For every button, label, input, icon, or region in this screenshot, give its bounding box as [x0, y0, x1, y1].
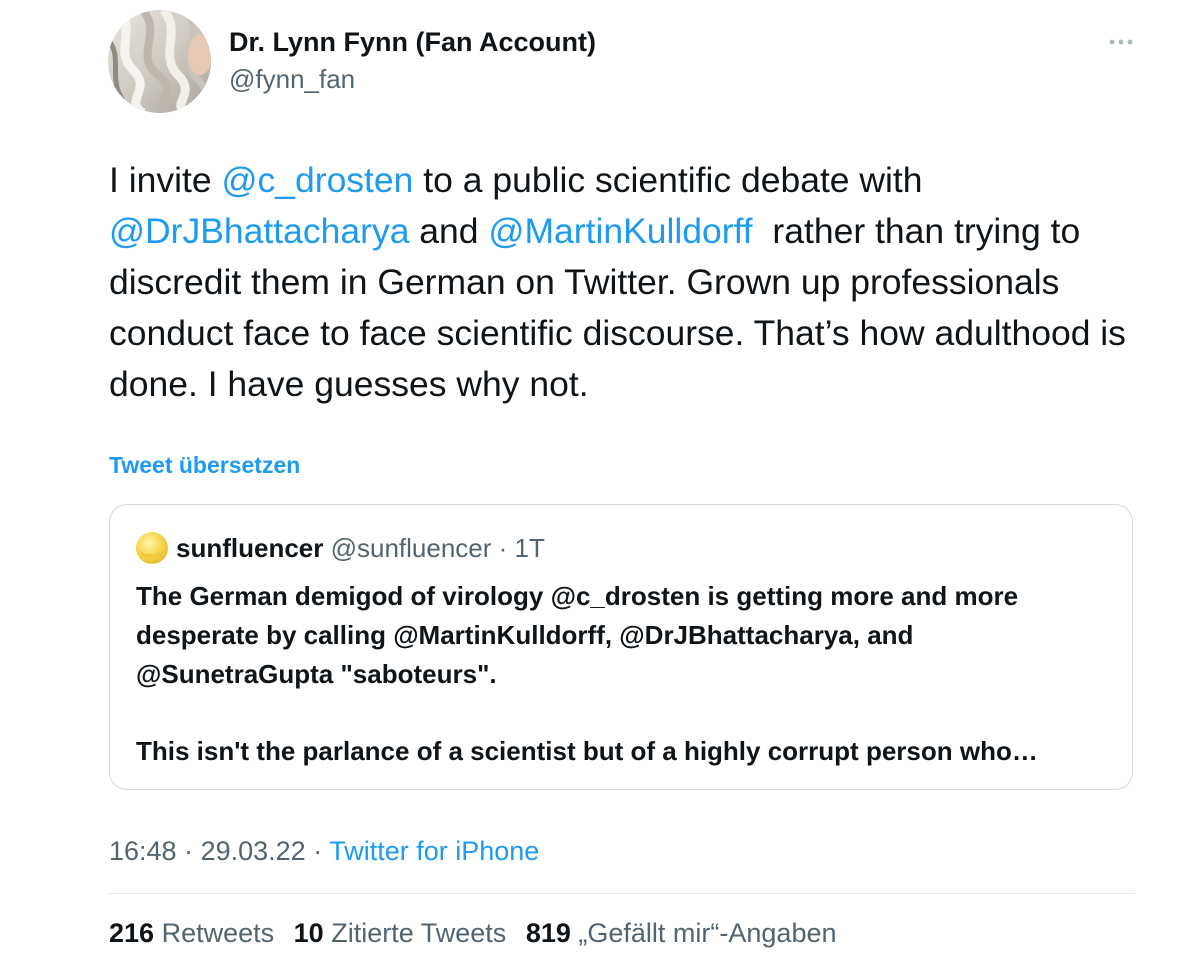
- mention-link-drjbhattacharya[interactable]: @DrJBhattacharya: [109, 211, 409, 251]
- retweets-count: 216: [109, 918, 155, 948]
- tweet-text-segment: and: [409, 211, 489, 251]
- quoted-text-line: This isn't the parlance of a scientist b…: [136, 736, 1038, 766]
- quoted-tweet-header: sunfluencer @sunfluencer · 1T: [176, 531, 545, 565]
- author-handle[interactable]: @fynn_fan: [229, 64, 355, 95]
- tweet-metadata: 16:48 · 29.03.22 · Twitter for iPhone: [109, 836, 539, 867]
- tweet-time[interactable]: 16:48: [109, 836, 177, 866]
- quoted-tweet-time: 1T: [514, 533, 545, 563]
- sun-avatar-icon: [136, 532, 168, 564]
- quoted-tweet-card[interactable]: sunfluencer @sunfluencer · 1T The German…: [109, 504, 1133, 790]
- likes-label: „Gefällt mir“-Angaben: [578, 918, 837, 948]
- quotes-label: Zitierte Tweets: [331, 918, 507, 948]
- mention-link-martinkulldorff[interactable]: @MartinKulldorff: [488, 211, 752, 251]
- author-display-name[interactable]: Dr. Lynn Fynn (Fan Account): [229, 27, 596, 58]
- meta-separator: ·: [305, 836, 330, 866]
- header-separator: ·: [491, 533, 515, 563]
- translate-tweet-link[interactable]: Tweet übersetzen: [109, 452, 300, 479]
- more-horizontal-icon[interactable]: [1106, 30, 1136, 54]
- quoted-text-line: @SunetraGupta "saboteurs".: [136, 659, 497, 689]
- quoted-text-line: desperate by calling @MartinKulldorff, @…: [136, 620, 914, 650]
- author-avatar[interactable]: [108, 10, 211, 113]
- quotes-count: 10: [293, 918, 324, 948]
- tweet-date[interactable]: 29.03.22: [201, 836, 306, 866]
- tweet-text-segment: to a public scientific debate with: [413, 160, 923, 200]
- likes-stat[interactable]: 819 „Gefällt mir“-Angaben: [526, 918, 837, 948]
- likes-count: 819: [525, 918, 571, 948]
- meta-separator: ·: [176, 836, 201, 866]
- tweet-source-link[interactable]: Twitter for iPhone: [329, 836, 539, 866]
- quoted-author-name[interactable]: sunfluencer: [176, 533, 323, 563]
- tweet-text-segment: I invite: [109, 160, 222, 200]
- tweet-text: I invite @c_drosten to a public scientif…: [109, 155, 1149, 410]
- retweets-stat[interactable]: 216 Retweets: [109, 918, 274, 948]
- quoted-text-line: The German demigod of virology @c_droste…: [136, 581, 1019, 611]
- retweets-label: Retweets: [161, 918, 275, 948]
- divider: [109, 893, 1135, 894]
- engagement-stats: 216 Retweets 10 Zitierte Tweets 819 „Gef…: [109, 918, 849, 949]
- quoted-tweet-text: The German demigod of virology @c_droste…: [136, 577, 1126, 771]
- avatar-image: [108, 10, 211, 113]
- mention-link-c-drosten[interactable]: @c_drosten: [221, 160, 413, 200]
- quote-tweets-stat[interactable]: 10 Zitierte Tweets: [294, 918, 507, 948]
- quoted-author-handle[interactable]: @sunfluencer: [331, 533, 492, 563]
